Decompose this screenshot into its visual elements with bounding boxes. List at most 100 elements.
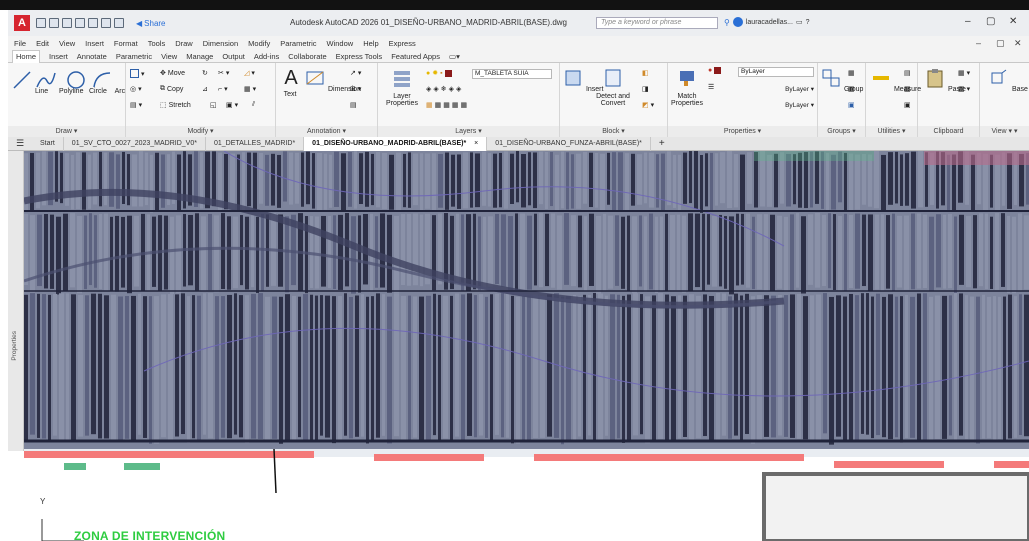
groups-panel-title[interactable]: Groups ▾: [818, 126, 865, 137]
menu-item-help[interactable]: Help: [363, 39, 378, 48]
save-icon[interactable]: [62, 18, 72, 28]
ribbon-toggle-icon[interactable]: ▭▾: [449, 52, 460, 61]
dimension-tool[interactable]: Dimension: [304, 67, 361, 93]
tab-view[interactable]: View: [161, 52, 177, 61]
save-as-icon[interactable]: [75, 18, 85, 28]
menu-item-dimension[interactable]: Dimension: [203, 39, 238, 48]
layer-state-icons[interactable]: ● ✹ ▪: [426, 69, 452, 77]
file-tab-madrid-v0[interactable]: 01_SV_CTO_0027_2023_MADRID_V0*: [64, 136, 206, 151]
table-tool[interactable]: ⊞ ▾: [350, 85, 361, 93]
edit-block-tool[interactable]: ◨: [642, 85, 649, 93]
open-file-icon[interactable]: [49, 18, 59, 28]
tab-insert[interactable]: Insert: [49, 52, 68, 61]
file-tab-diseno-funza[interactable]: 01_DISEÑO-URBANO_FUNZA-ABRIL(BASE)*: [487, 136, 651, 151]
calculator-tool[interactable]: ▤: [904, 69, 911, 77]
polyline-tool[interactable]: Polyline: [35, 69, 83, 95]
properties-palette-strip[interactable]: Properties: [8, 151, 24, 451]
group-edit-tool[interactable]: ▦: [848, 85, 855, 93]
tab-manage[interactable]: Manage: [186, 52, 213, 61]
user-account[interactable]: ⚲ lauracadellas... ▭ ?: [724, 17, 809, 27]
menu-item-insert[interactable]: Insert: [85, 39, 104, 48]
doc-restore-button[interactable]: ▢: [996, 38, 1005, 49]
layers-panel-title[interactable]: Layers ▾: [378, 126, 559, 137]
copy-clip-tool[interactable]: ▦ ▾: [958, 85, 970, 93]
file-tab-detalles[interactable]: 01_DETALLES_MADRID*: [206, 136, 305, 151]
chamfer-tool[interactable]: ⌐ ▾: [218, 85, 228, 94]
layer-tools-row-1[interactable]: ◈ ◈ ❄ ◈ ◈: [426, 85, 461, 93]
id-point-tool[interactable]: ▦: [904, 85, 911, 93]
block-panel-title[interactable]: Block ▾: [560, 126, 667, 137]
group-tool[interactable]: Group: [820, 67, 863, 93]
region-tool[interactable]: ▤ ▾: [130, 101, 142, 109]
color-control[interactable]: ●: [708, 67, 722, 74]
help-icon[interactable]: ?: [806, 19, 810, 26]
doc-close-button[interactable]: ✕: [1014, 38, 1022, 49]
rectangle-tool[interactable]: ▾: [130, 69, 145, 78]
view-panel-title[interactable]: View ▾ ▾: [980, 126, 1029, 137]
properties-panel-title[interactable]: Properties ▾: [668, 126, 817, 137]
share-button[interactable]: ◀ Share: [136, 19, 166, 28]
tab-collaborate[interactable]: Collaborate: [288, 52, 326, 61]
search-input[interactable]: Type a keyword or phrase: [596, 17, 718, 29]
minimize-button[interactable]: –: [965, 16, 971, 27]
detect-convert-tool[interactable]: Detect and Convert: [590, 67, 636, 107]
undo-icon[interactable]: [101, 18, 111, 28]
menu-item-format[interactable]: Format: [114, 39, 138, 48]
text-tool[interactable]: A Text: [280, 67, 300, 98]
markup-tool[interactable]: ▤: [350, 101, 357, 109]
group-select-tool[interactable]: ▣: [848, 101, 855, 109]
lower-drawing-region[interactable]: Y ZONA DE INTERVENCIÓN: [24, 448, 1029, 541]
linetype-dropdown[interactable]: ByLayer ▾: [724, 85, 814, 93]
scale-tool[interactable]: ◱: [210, 101, 217, 109]
create-block-tool[interactable]: ◧: [642, 69, 649, 77]
circle-tool[interactable]: Circle: [65, 69, 107, 95]
clipboard-panel-title[interactable]: Clipboard: [918, 126, 979, 137]
menu-item-parametric[interactable]: Parametric: [280, 39, 316, 48]
menu-item-draw[interactable]: Draw: [175, 39, 193, 48]
leader-tool[interactable]: ↗ ▾: [350, 69, 361, 77]
layer-tools-row-2[interactable]: ▦ ▦ ▦ ▦ ▦: [426, 101, 467, 109]
cart-icon[interactable]: ▭: [796, 18, 803, 26]
quick-select-tool[interactable]: ▣: [904, 101, 911, 109]
trim-tool[interactable]: ✂ ▾: [218, 69, 229, 77]
menu-hamburger-icon[interactable]: ☰: [8, 138, 32, 149]
close-tab-icon[interactable]: ×: [474, 140, 478, 147]
tab-add-ins[interactable]: Add-ins: [254, 52, 279, 61]
mirror-tool[interactable]: ⊿: [202, 85, 208, 93]
maximize-button[interactable]: ▢: [986, 16, 995, 27]
offset-tool[interactable]: ⫽: [252, 101, 255, 109]
draw-panel-title[interactable]: Draw ▾: [8, 126, 125, 137]
ungroup-tool[interactable]: ▦: [848, 69, 855, 77]
tab-annotate[interactable]: Annotate: [77, 52, 107, 61]
close-button[interactable]: ✕: [1009, 16, 1017, 27]
tab-featured-apps[interactable]: Featured Apps: [391, 52, 440, 61]
new-tab-button[interactable]: +: [651, 137, 673, 151]
file-tab-start[interactable]: Start: [32, 136, 64, 151]
drawing-canvas[interactable]: [24, 151, 1029, 449]
line-tool[interactable]: Line: [11, 69, 48, 95]
paste-tool[interactable]: Paste: [924, 67, 966, 93]
match-properties-tool[interactable]: Match Properties: [670, 67, 704, 107]
measure-tool[interactable]: Measure: [870, 67, 921, 93]
color-dropdown[interactable]: ByLayer: [738, 67, 814, 77]
copy-tool[interactable]: ⧉ Copy: [160, 85, 183, 93]
autocad-logo-icon[interactable]: A: [14, 15, 30, 31]
rotate-tool[interactable]: ↻: [202, 69, 208, 77]
layer-dropdown[interactable]: M_TABLETA SUIA: [472, 69, 552, 79]
tab-output[interactable]: Output: [222, 52, 245, 61]
doc-minimize-button[interactable]: –: [976, 38, 981, 48]
search-icon[interactable]: ⚲: [724, 18, 730, 27]
menu-item-file[interactable]: File: [14, 39, 26, 48]
layer-properties-tool[interactable]: Layer Properties: [382, 67, 422, 107]
menu-item-express[interactable]: Express: [389, 39, 416, 48]
redo-icon[interactable]: [114, 18, 124, 28]
insert-tool[interactable]: Insert: [562, 67, 603, 93]
hatch-tool[interactable]: ◎ ▾: [130, 85, 142, 93]
menu-item-tools[interactable]: Tools: [148, 39, 166, 48]
block-attribute-tool[interactable]: ◩ ▾: [642, 101, 654, 109]
menu-item-window[interactable]: Window: [327, 39, 354, 48]
menu-item-modify[interactable]: Modify: [248, 39, 270, 48]
tab-parametric[interactable]: Parametric: [116, 52, 152, 61]
file-tab-diseno-madrid[interactable]: 01_DISEÑO-URBANO_MADRID-ABRIL(BASE)* ×: [304, 136, 488, 151]
lineweight-dropdown[interactable]: ByLayer ▾: [724, 101, 814, 109]
